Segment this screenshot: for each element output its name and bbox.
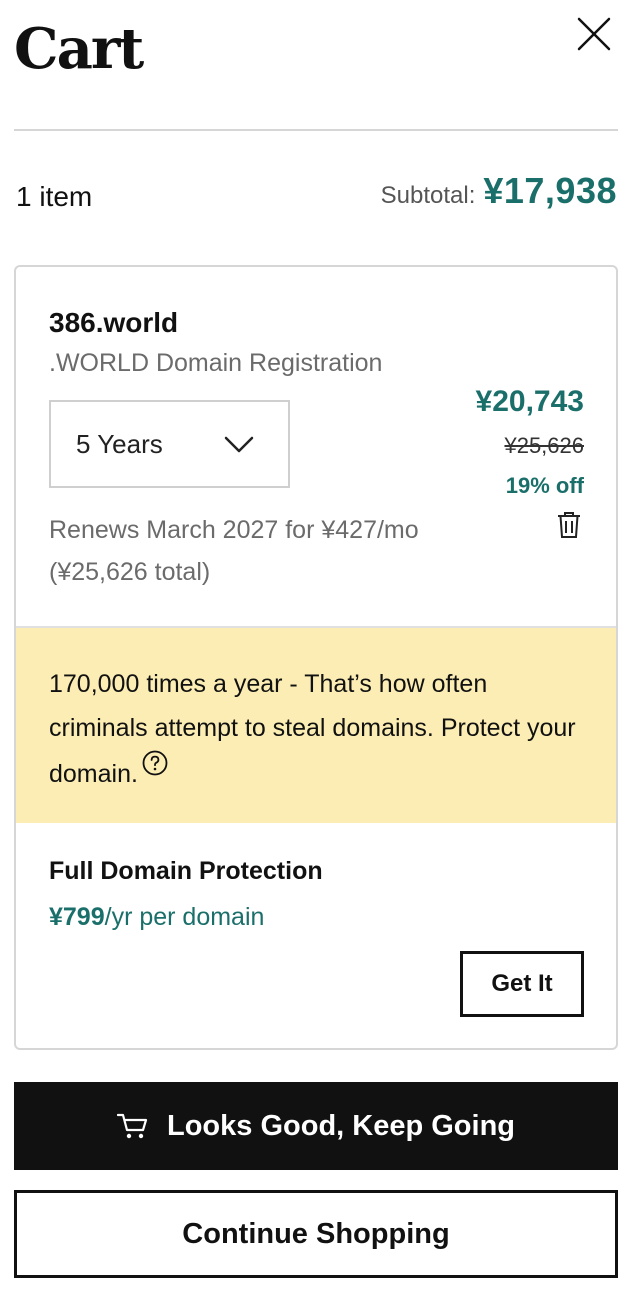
keep-going-button[interactable]: Looks Good, Keep Going: [14, 1082, 618, 1170]
term-select[interactable]: 5 Years: [49, 400, 290, 488]
question-circle-icon[interactable]: [142, 750, 168, 776]
close-icon: [577, 17, 611, 51]
continue-shopping-button[interactable]: Continue Shopping: [14, 1190, 618, 1278]
trash-icon[interactable]: [556, 511, 582, 539]
promo-banner: 170,000 times a year - That’s how often …: [16, 626, 616, 823]
subtotal-label: Subtotal:: [380, 182, 476, 209]
price-current: ¥20,743: [475, 385, 584, 418]
cart-item-card: 386.world .WORLD Domain Registration 5 Y…: [14, 265, 618, 1050]
chevron-down-icon: [224, 436, 254, 453]
keep-going-label: Looks Good, Keep Going: [167, 1109, 515, 1142]
cart-icon: [117, 1113, 148, 1139]
subtotal: Subtotal: ¥17,938: [381, 170, 617, 212]
product-type: .WORLD Domain Registration: [49, 349, 383, 377]
page-title: Cart: [14, 16, 144, 82]
subtotal-value: ¥17,938: [483, 170, 617, 211]
domain-name: 386.world: [49, 307, 179, 338]
upsell-price-suffix: /yr per domain: [104, 903, 265, 931]
price-original: ¥25,626: [504, 433, 584, 458]
renewal-text: Renews March 2027 for ¥427/mo (¥25,626 t…: [49, 516, 419, 586]
get-it-button[interactable]: Get It: [460, 951, 584, 1017]
upsell-price: ¥799/yr per domain: [49, 903, 264, 932]
term-select-value: 5 Years: [76, 428, 163, 459]
promo-message: 170,000 times a year - That’s how often …: [49, 670, 576, 788]
header-divider: [14, 129, 618, 131]
promo-text: 170,000 times a year - That’s how often …: [49, 662, 589, 796]
upsell-title: Full Domain Protection: [49, 857, 323, 885]
close-button[interactable]: [574, 14, 614, 54]
item-count: 1 item: [16, 181, 93, 212]
discount-badge: 19% off: [505, 473, 584, 498]
upsell-price-amount: ¥799: [49, 903, 105, 931]
